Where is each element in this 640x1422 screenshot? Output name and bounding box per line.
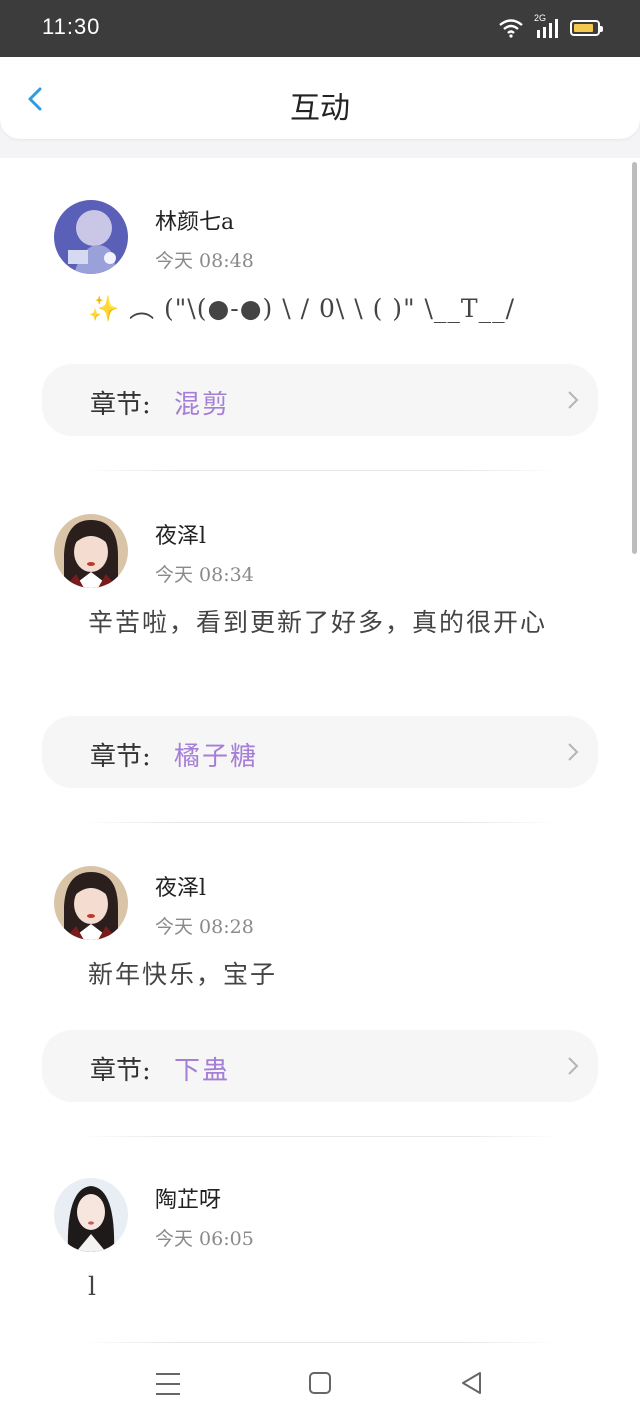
username[interactable]: 陶芷呀	[155, 1182, 221, 1214]
chapter-label: 章节:	[90, 390, 151, 420]
divider	[80, 1342, 560, 1343]
chapter-name: 混剪	[174, 390, 231, 420]
avatar[interactable]	[54, 866, 128, 940]
status-bar: 11:30 2G	[0, 0, 640, 57]
comment-text: 辛苦啦，看到更新了好多，真的很开心	[88, 608, 548, 637]
chapter-name: 下蛊	[174, 1056, 231, 1086]
system-back-button[interactable]	[454, 1368, 490, 1400]
battery-icon	[570, 20, 603, 36]
status-icons: 2G	[498, 13, 603, 40]
wifi-icon	[499, 19, 523, 38]
home-square-icon	[309, 1372, 331, 1394]
username[interactable]: 夜泽l	[155, 518, 206, 550]
divider	[80, 1136, 560, 1137]
timestamp: 今天 08:34	[155, 564, 254, 586]
divider	[80, 470, 560, 471]
back-triangle-icon	[462, 1372, 481, 1394]
chapter-label: 章节:	[90, 742, 151, 772]
chevron-right-icon	[568, 743, 579, 761]
battery-level	[574, 24, 593, 32]
chapter-link[interactable]: 章节: 混剪	[42, 364, 598, 436]
menu-button[interactable]	[150, 1368, 186, 1400]
username[interactable]: 林颜七a	[155, 204, 234, 236]
interaction-list[interactable]: 林颜七a 今天 08:48 ✨ ︵ ("\(●-●) \ / 0\ \ ( )"…	[0, 158, 640, 1348]
username[interactable]: 夜泽l	[155, 870, 206, 902]
comment-text: 新年快乐，宝子	[88, 960, 278, 989]
avatar[interactable]	[54, 1178, 128, 1252]
chapter-label: 章节:	[90, 1056, 151, 1086]
divider	[80, 822, 560, 823]
scrollbar[interactable]	[632, 162, 637, 554]
comment-text: l	[88, 1272, 98, 1301]
timestamp: 今天 08:28	[155, 916, 254, 938]
timestamp: 今天 08:48	[155, 250, 254, 272]
comment-text: ✨ ︵ ("\(●-●) \ / 0\ \ ( )" \__T__/	[88, 294, 516, 323]
chapter-name: 橘子糖	[174, 742, 259, 772]
system-nav-bar	[0, 1348, 640, 1422]
avatar[interactable]	[54, 514, 128, 588]
chapter-link[interactable]: 章节: 下蛊	[42, 1030, 598, 1102]
top-app-bar: 互动	[0, 57, 640, 139]
menu-icon	[156, 1373, 180, 1395]
timestamp: 今天 06:05	[155, 1228, 254, 1250]
page-title: 互动	[290, 91, 350, 126]
chapter-link[interactable]: 章节: 橘子糖	[42, 716, 598, 788]
status-time: 11:30	[42, 14, 101, 39]
chevron-right-icon	[568, 391, 579, 409]
home-button[interactable]	[302, 1368, 338, 1400]
chevron-right-icon	[568, 1057, 579, 1075]
signal-icon: 2G	[534, 13, 560, 39]
avatar[interactable]	[54, 200, 128, 274]
